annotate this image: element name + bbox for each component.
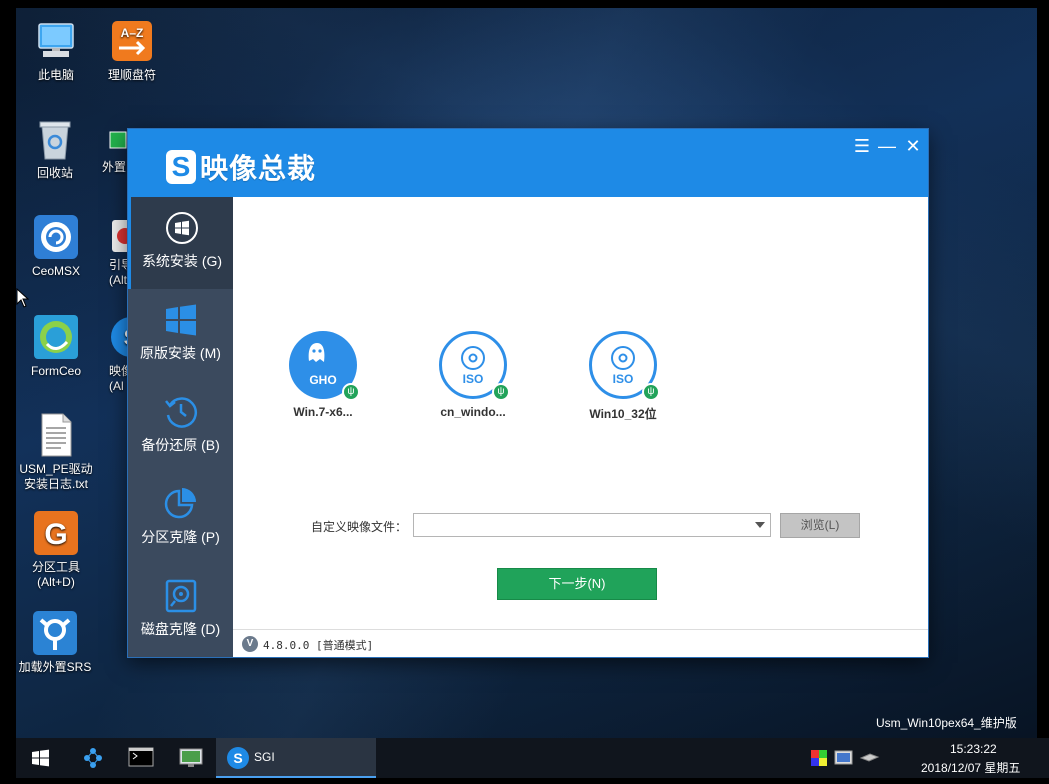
version-icon: V: [242, 636, 258, 652]
minimize-button[interactable]: —: [876, 135, 898, 157]
computer-icon: [33, 18, 79, 64]
monitor-icon: [179, 748, 203, 767]
start-button[interactable]: [26, 738, 56, 778]
diskgenius-icon: G: [33, 510, 79, 556]
taskbar-sgi-app[interactable]: S SGI: [216, 738, 376, 778]
sidebar-item-disk-clone[interactable]: 磁盘克隆 (D): [128, 565, 233, 657]
clock-time[interactable]: 15:23:22: [950, 742, 997, 756]
sidebar-item-label: 原版安装 (M): [140, 345, 221, 361]
chevron-down-icon[interactable]: [755, 522, 765, 528]
sgi-app-icon: S: [227, 747, 249, 769]
srs-driver-icon: [32, 610, 78, 656]
custom-image-select[interactable]: [413, 513, 771, 537]
logo-s-icon: S: [166, 150, 196, 184]
browse-button[interactable]: 浏览(L): [780, 513, 860, 538]
green-square-icon: [108, 130, 128, 150]
desktop-icon-load-srs[interactable]: 加载外置SRS: [16, 610, 95, 675]
desktop-watermark: Usm_Win10pex64_维护版: [876, 716, 1017, 730]
close-button[interactable]: ✕: [902, 135, 924, 157]
taskbar-cmd[interactable]: [126, 738, 156, 778]
app-title: 映像总裁: [200, 153, 317, 184]
clock-date[interactable]: 2018/12/07 星期五: [921, 759, 1020, 776]
iso-disc-icon: ISO ψ: [589, 331, 660, 401]
ghost-disc-icon: GHO ψ: [289, 331, 360, 401]
tray-color-icon[interactable]: [808, 738, 830, 778]
desktop-icon-label: 加载外置SRS: [18, 660, 92, 674]
sidebar: 系统安装 (G) 原版安装 (M) 备份还原 (B) 分区克隆 (P) 磁盘克隆…: [128, 197, 233, 657]
version-text: 4.8.0.0 [普通模式]: [263, 639, 374, 652]
image-item-gho[interactable]: GHO ψ Win.7-x6...: [268, 331, 378, 419]
clock-restore-icon: [164, 395, 198, 429]
svg-text:S: S: [233, 750, 242, 766]
windows-logo-icon: [164, 303, 198, 337]
display-settings-icon: [834, 750, 853, 765]
network-tree-icon: [84, 748, 102, 768]
menu-button[interactable]: ☰: [851, 135, 873, 157]
taskbar-monitor[interactable]: [176, 738, 206, 778]
color-palette-icon: [811, 750, 827, 766]
desktop-icon-log-file[interactable]: USM_PE驱动 安装日志.txt: [16, 412, 96, 492]
pie-chart-icon: [164, 487, 198, 521]
taskbar-app-label: SGI: [254, 750, 275, 764]
app-logo: S 映像总裁: [166, 147, 316, 187]
image-name: Win.7-x6...: [293, 405, 353, 419]
sgi-window: S 映像总裁 ☰ — ✕ 系统安装 (G) 原版安装 (M) 备份还原 (B): [128, 129, 928, 657]
usb-icon: ψ: [342, 383, 360, 401]
desktop-icon-ceomsx[interactable]: CeoMSX: [16, 214, 96, 279]
status-bar: V 4.8.0.0 [普通模式]: [233, 629, 928, 657]
taskbar: S SGI: [16, 738, 1049, 778]
custom-image-label: 自定义映像文件：: [311, 520, 408, 534]
sidebar-item-label: 系统安装 (G): [141, 253, 223, 269]
terminal-icon: [128, 747, 154, 767]
ceomsx-gear-icon: [33, 214, 79, 260]
image-badge: ISO: [613, 372, 634, 386]
desktop-icon-label: 此电脑: [37, 68, 74, 82]
desktop-icon-label: CeoMSX: [31, 264, 81, 278]
desktop-icon-formceo[interactable]: FormCeo: [16, 314, 96, 379]
svg-text:A–Z: A–Z: [121, 26, 144, 40]
image-name: cn_windo...: [440, 405, 506, 419]
tray-drive-icon[interactable]: [858, 738, 880, 778]
usb-icon: ψ: [642, 383, 660, 401]
windows-circle-icon: [165, 211, 199, 245]
desktop-icon-label: USM_PE驱动 安装日志.txt: [19, 462, 93, 491]
sidebar-item-backup-restore[interactable]: 备份还原 (B): [128, 381, 233, 473]
desktop-icon-label: FormCeo: [30, 364, 81, 378]
desktop-icon-sort-drives[interactable]: A–Z 理顺盘符: [92, 18, 172, 83]
recycle-bin-icon: [32, 116, 78, 162]
desktop-icon-partition-tool[interactable]: G 分区工具 (Alt+D): [16, 510, 96, 590]
az-sort-icon: A–Z: [109, 18, 155, 64]
image-name: Win10_32位: [589, 407, 657, 421]
main-panel: GHO ψ Win.7-x6... ISO ψ cn_windo... ISO …: [233, 197, 928, 657]
image-item-iso-1[interactable]: ISO ψ cn_windo...: [418, 331, 528, 419]
disk-clone-icon: [164, 579, 198, 613]
sidebar-item-partition-clone[interactable]: 分区克隆 (P): [128, 473, 233, 565]
tray-display-icon[interactable]: [833, 738, 855, 778]
svg-text:G: G: [44, 518, 67, 551]
sidebar-item-label: 备份还原 (B): [141, 437, 220, 453]
next-step-button[interactable]: 下一步(N): [497, 568, 657, 600]
usb-icon: ψ: [492, 383, 510, 401]
desktop-icon-label: 分区工具 (Alt+D): [31, 560, 80, 589]
sidebar-item-system-install[interactable]: 系统安装 (G): [128, 197, 233, 289]
mouse-pointer-icon: [16, 288, 30, 308]
desktop-icon-this-pc[interactable]: 此电脑: [16, 18, 96, 83]
taskbar-network-app[interactable]: [78, 738, 108, 778]
desktop-icon-label: 理顺盘符: [107, 68, 156, 82]
sidebar-item-label: 分区克隆 (P): [141, 529, 220, 545]
image-badge: GHO: [309, 373, 336, 387]
iso-disc-icon: ISO ψ: [439, 331, 510, 401]
windows-start-icon: [32, 749, 49, 767]
title-bar[interactable]: S 映像总裁 ☰ — ✕: [128, 129, 928, 197]
usb-drive-icon: [859, 753, 880, 762]
formceo-icon: [33, 314, 79, 360]
sidebar-item-label: 磁盘克隆 (D): [140, 621, 221, 637]
image-item-iso-2[interactable]: ISO ψ Win10_32位: [568, 331, 678, 422]
image-badge: ISO: [463, 372, 484, 386]
sidebar-item-original-install[interactable]: 原版安装 (M): [128, 289, 233, 381]
text-file-icon: [33, 412, 79, 458]
